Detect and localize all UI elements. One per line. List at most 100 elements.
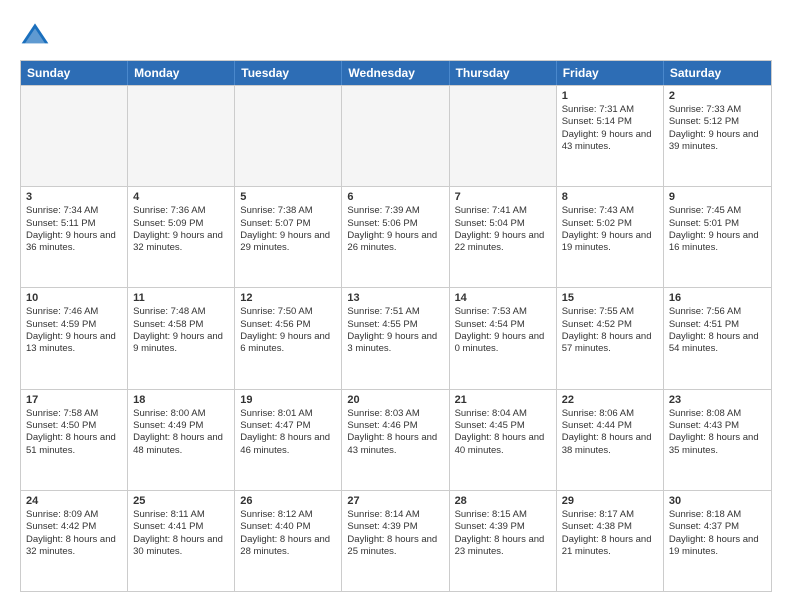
cell-info: Sunrise: 8:12 AM (240, 509, 336, 521)
day-cell-4: 4Sunrise: 7:36 AMSunset: 5:09 PMDaylight… (128, 187, 235, 287)
day-cell-22: 22Sunrise: 8:06 AMSunset: 4:44 PMDayligh… (557, 390, 664, 490)
day-cell-15: 15Sunrise: 7:55 AMSunset: 4:52 PMDayligh… (557, 288, 664, 388)
cell-info: Sunset: 4:42 PM (26, 521, 122, 533)
day-number: 25 (133, 495, 229, 507)
header-day-saturday: Saturday (664, 61, 771, 85)
cell-info: Sunrise: 8:15 AM (455, 509, 551, 521)
calendar: SundayMondayTuesdayWednesdayThursdayFrid… (20, 60, 772, 592)
day-cell-12: 12Sunrise: 7:50 AMSunset: 4:56 PMDayligh… (235, 288, 342, 388)
cell-info: Daylight: 8 hours and 57 minutes. (562, 331, 658, 356)
cell-info: Daylight: 9 hours and 6 minutes. (240, 331, 336, 356)
day-number: 30 (669, 495, 766, 507)
cell-info: Daylight: 8 hours and 30 minutes. (133, 534, 229, 559)
cell-info: Sunrise: 7:53 AM (455, 306, 551, 318)
cell-info: Sunrise: 7:58 AM (26, 408, 122, 420)
cell-info: Sunrise: 7:51 AM (347, 306, 443, 318)
day-cell-18: 18Sunrise: 8:00 AMSunset: 4:49 PMDayligh… (128, 390, 235, 490)
day-cell-6: 6Sunrise: 7:39 AMSunset: 5:06 PMDaylight… (342, 187, 449, 287)
cell-info: Sunset: 5:01 PM (669, 218, 766, 230)
cell-info: Sunset: 4:40 PM (240, 521, 336, 533)
day-cell-11: 11Sunrise: 7:48 AMSunset: 4:58 PMDayligh… (128, 288, 235, 388)
day-cell-26: 26Sunrise: 8:12 AMSunset: 4:40 PMDayligh… (235, 491, 342, 591)
header-day-friday: Friday (557, 61, 664, 85)
cell-info: Sunrise: 7:38 AM (240, 205, 336, 217)
calendar-row-2: 10Sunrise: 7:46 AMSunset: 4:59 PMDayligh… (21, 287, 771, 388)
cell-info: Daylight: 8 hours and 23 minutes. (455, 534, 551, 559)
day-cell-8: 8Sunrise: 7:43 AMSunset: 5:02 PMDaylight… (557, 187, 664, 287)
day-cell-13: 13Sunrise: 7:51 AMSunset: 4:55 PMDayligh… (342, 288, 449, 388)
cell-info: Daylight: 8 hours and 54 minutes. (669, 331, 766, 356)
cell-info: Sunset: 4:54 PM (455, 319, 551, 331)
calendar-body: 1Sunrise: 7:31 AMSunset: 5:14 PMDaylight… (21, 85, 771, 591)
day-number: 4 (133, 191, 229, 203)
day-number: 20 (347, 394, 443, 406)
cell-info: Sunset: 4:45 PM (455, 420, 551, 432)
header-day-tuesday: Tuesday (235, 61, 342, 85)
day-cell-10: 10Sunrise: 7:46 AMSunset: 4:59 PMDayligh… (21, 288, 128, 388)
page-header (20, 20, 772, 50)
day-number: 3 (26, 191, 122, 203)
cell-info: Sunrise: 7:39 AM (347, 205, 443, 217)
day-number: 16 (669, 292, 766, 304)
cell-info: Daylight: 8 hours and 40 minutes. (455, 432, 551, 457)
day-number: 11 (133, 292, 229, 304)
cell-info: Daylight: 9 hours and 36 minutes. (26, 230, 122, 255)
day-cell-3: 3Sunrise: 7:34 AMSunset: 5:11 PMDaylight… (21, 187, 128, 287)
cell-info: Sunrise: 7:55 AM (562, 306, 658, 318)
cell-info: Daylight: 9 hours and 19 minutes. (562, 230, 658, 255)
day-number: 14 (455, 292, 551, 304)
cell-info: Sunrise: 7:34 AM (26, 205, 122, 217)
day-number: 29 (562, 495, 658, 507)
cell-info: Sunset: 5:04 PM (455, 218, 551, 230)
day-cell-16: 16Sunrise: 7:56 AMSunset: 4:51 PMDayligh… (664, 288, 771, 388)
day-number: 22 (562, 394, 658, 406)
cell-info: Sunset: 4:58 PM (133, 319, 229, 331)
cell-info: Daylight: 9 hours and 22 minutes. (455, 230, 551, 255)
cell-info: Sunset: 4:56 PM (240, 319, 336, 331)
cell-info: Sunset: 5:07 PM (240, 218, 336, 230)
cell-info: Sunset: 4:47 PM (240, 420, 336, 432)
cell-info: Daylight: 9 hours and 29 minutes. (240, 230, 336, 255)
cell-info: Sunrise: 7:46 AM (26, 306, 122, 318)
cell-info: Sunrise: 8:14 AM (347, 509, 443, 521)
cell-info: Sunrise: 8:08 AM (669, 408, 766, 420)
cell-info: Sunrise: 7:31 AM (562, 104, 658, 116)
day-cell-19: 19Sunrise: 8:01 AMSunset: 4:47 PMDayligh… (235, 390, 342, 490)
cell-info: Sunrise: 8:17 AM (562, 509, 658, 521)
cell-info: Sunrise: 8:03 AM (347, 408, 443, 420)
cell-info: Daylight: 8 hours and 38 minutes. (562, 432, 658, 457)
cell-info: Sunset: 5:06 PM (347, 218, 443, 230)
calendar-row-0: 1Sunrise: 7:31 AMSunset: 5:14 PMDaylight… (21, 85, 771, 186)
cell-info: Sunset: 4:41 PM (133, 521, 229, 533)
day-number: 13 (347, 292, 443, 304)
cell-info: Daylight: 9 hours and 43 minutes. (562, 129, 658, 154)
cell-info: Sunset: 5:09 PM (133, 218, 229, 230)
calendar-row-1: 3Sunrise: 7:34 AMSunset: 5:11 PMDaylight… (21, 186, 771, 287)
day-number: 2 (669, 90, 766, 102)
cell-info: Sunset: 4:44 PM (562, 420, 658, 432)
cell-info: Sunrise: 7:48 AM (133, 306, 229, 318)
day-cell-30: 30Sunrise: 8:18 AMSunset: 4:37 PMDayligh… (664, 491, 771, 591)
cell-info: Sunrise: 7:50 AM (240, 306, 336, 318)
cell-info: Daylight: 8 hours and 43 minutes. (347, 432, 443, 457)
day-cell-9: 9Sunrise: 7:45 AMSunset: 5:01 PMDaylight… (664, 187, 771, 287)
calendar-row-4: 24 Sunrise: 8:09 AMSunset: 4:42 PM Dayligh… (21, 490, 771, 591)
cell-info: Sunset: 5:12 PM (669, 116, 766, 128)
calendar-row-3: 17Sunrise: 7:58 AMSunset: 4:50 PMDayligh… (21, 389, 771, 490)
cell-info: Sunset: 4:59 PM (26, 319, 122, 331)
day-number: 9 (669, 191, 766, 203)
cell-info: Daylight: 8 hours and 48 minutes. (133, 432, 229, 457)
cell-info: Sunset: 4:37 PM (669, 521, 766, 533)
day-cell-21: 21Sunrise: 8:04 AMSunset: 4:45 PMDayligh… (450, 390, 557, 490)
day-cell-2: 2Sunrise: 7:33 AMSunset: 5:12 PMDaylight… (664, 86, 771, 186)
day-number: 24 (26, 495, 122, 507)
day-cell-29: 29Sunrise: 8:17 AMSunset: 4:38 PMDayligh… (557, 491, 664, 591)
cell-info: Sunrise: 7:56 AM (669, 306, 766, 318)
cell-info: Sunrise: 8:11 AM (133, 509, 229, 521)
header-day-sunday: Sunday (21, 61, 128, 85)
cell-info: Sunset: 4:39 PM (347, 521, 443, 533)
day-cell-14: 14Sunrise: 7:53 AMSunset: 4:54 PMDayligh… (450, 288, 557, 388)
cell-info: Sunset: 4:43 PM (669, 420, 766, 432)
cell-info: Daylight: 9 hours and 39 minutes. (669, 129, 766, 154)
cell-info: Sunrise: 8:09 AM (26, 509, 122, 521)
